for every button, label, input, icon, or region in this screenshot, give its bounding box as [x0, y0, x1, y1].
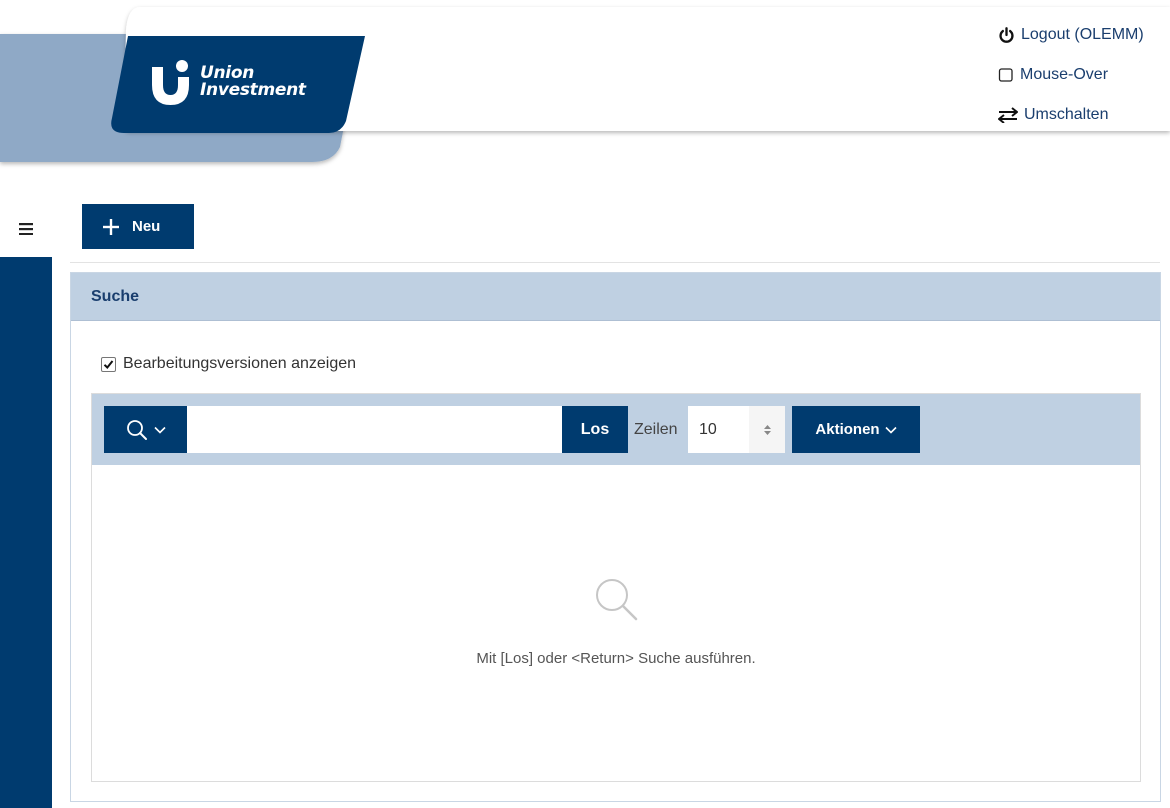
union-investment-logo-icon: [152, 60, 189, 105]
chevron-down-icon: [885, 426, 897, 434]
panel-header[interactable]: Suche: [71, 273, 1160, 321]
new-button[interactable]: Neu: [82, 204, 194, 249]
company-logo[interactable]: Union Investment: [148, 58, 306, 106]
search-panel: Suche Bearbeitungsversionen anzeigen Los…: [70, 272, 1161, 802]
go-button[interactable]: Los: [562, 406, 628, 453]
rows-value[interactable]: 10: [688, 421, 749, 439]
empty-state-message: Mit [Los] oder <Return> Suche ausführen.: [476, 650, 756, 667]
logout-label: Logout (OLEMM): [1021, 26, 1144, 43]
actions-dropdown-button[interactable]: Aktionen: [792, 406, 920, 453]
sidebar: [0, 257, 52, 808]
chevron-down-icon: [153, 426, 166, 434]
logo-line-2: Investment: [200, 80, 306, 100]
search-bar: Los Zeilen 10 Aktionen: [92, 394, 1140, 465]
actions-label: Aktionen: [815, 421, 880, 438]
show-versions-checkbox[interactable]: Bearbeitungsversionen anzeigen: [101, 355, 356, 373]
search-icon: [126, 419, 147, 440]
logo-text: Union Investment: [200, 65, 306, 99]
panel-title: Suche: [91, 287, 140, 305]
search-input[interactable]: [187, 406, 562, 453]
mouse-over-toggle[interactable]: Mouse-Over: [998, 62, 1144, 88]
show-versions-label: Bearbeitungsversionen anzeigen: [123, 355, 357, 372]
checkmark-icon: [103, 359, 114, 369]
switch-link[interactable]: Umschalten: [998, 102, 1144, 128]
hamburger-menu-icon: [19, 222, 33, 235]
switch-label: Umschalten: [1024, 106, 1109, 123]
power-icon: [999, 26, 1014, 43]
new-button-label: Neu: [132, 218, 161, 235]
logout-link[interactable]: Logout (OLEMM): [998, 22, 1144, 48]
empty-search-icon: [596, 579, 638, 621]
empty-state: Mit [Los] oder <Return> Suche ausführen.: [92, 465, 1140, 781]
top-links: Logout (OLEMM) Mouse-Over Umschalten: [998, 22, 1144, 128]
switch-arrows-icon: [998, 107, 1018, 123]
checkbox-icon: [998, 68, 1013, 82]
menu-toggle-button[interactable]: [0, 200, 52, 257]
search-area: Los Zeilen 10 Aktionen Mit [Los] oder <R…: [91, 393, 1141, 782]
plus-icon: [103, 218, 119, 235]
checkbox[interactable]: [101, 356, 116, 372]
toolbar-divider: [70, 262, 1160, 263]
search-type-dropdown[interactable]: [104, 406, 187, 453]
go-button-label: Los: [580, 420, 610, 438]
rows-stepper[interactable]: 10: [688, 406, 785, 453]
stepper-arrows-icon[interactable]: [749, 406, 785, 453]
rows-label: Zeilen: [634, 420, 678, 438]
mouse-over-label: Mouse-Over: [1020, 66, 1109, 83]
